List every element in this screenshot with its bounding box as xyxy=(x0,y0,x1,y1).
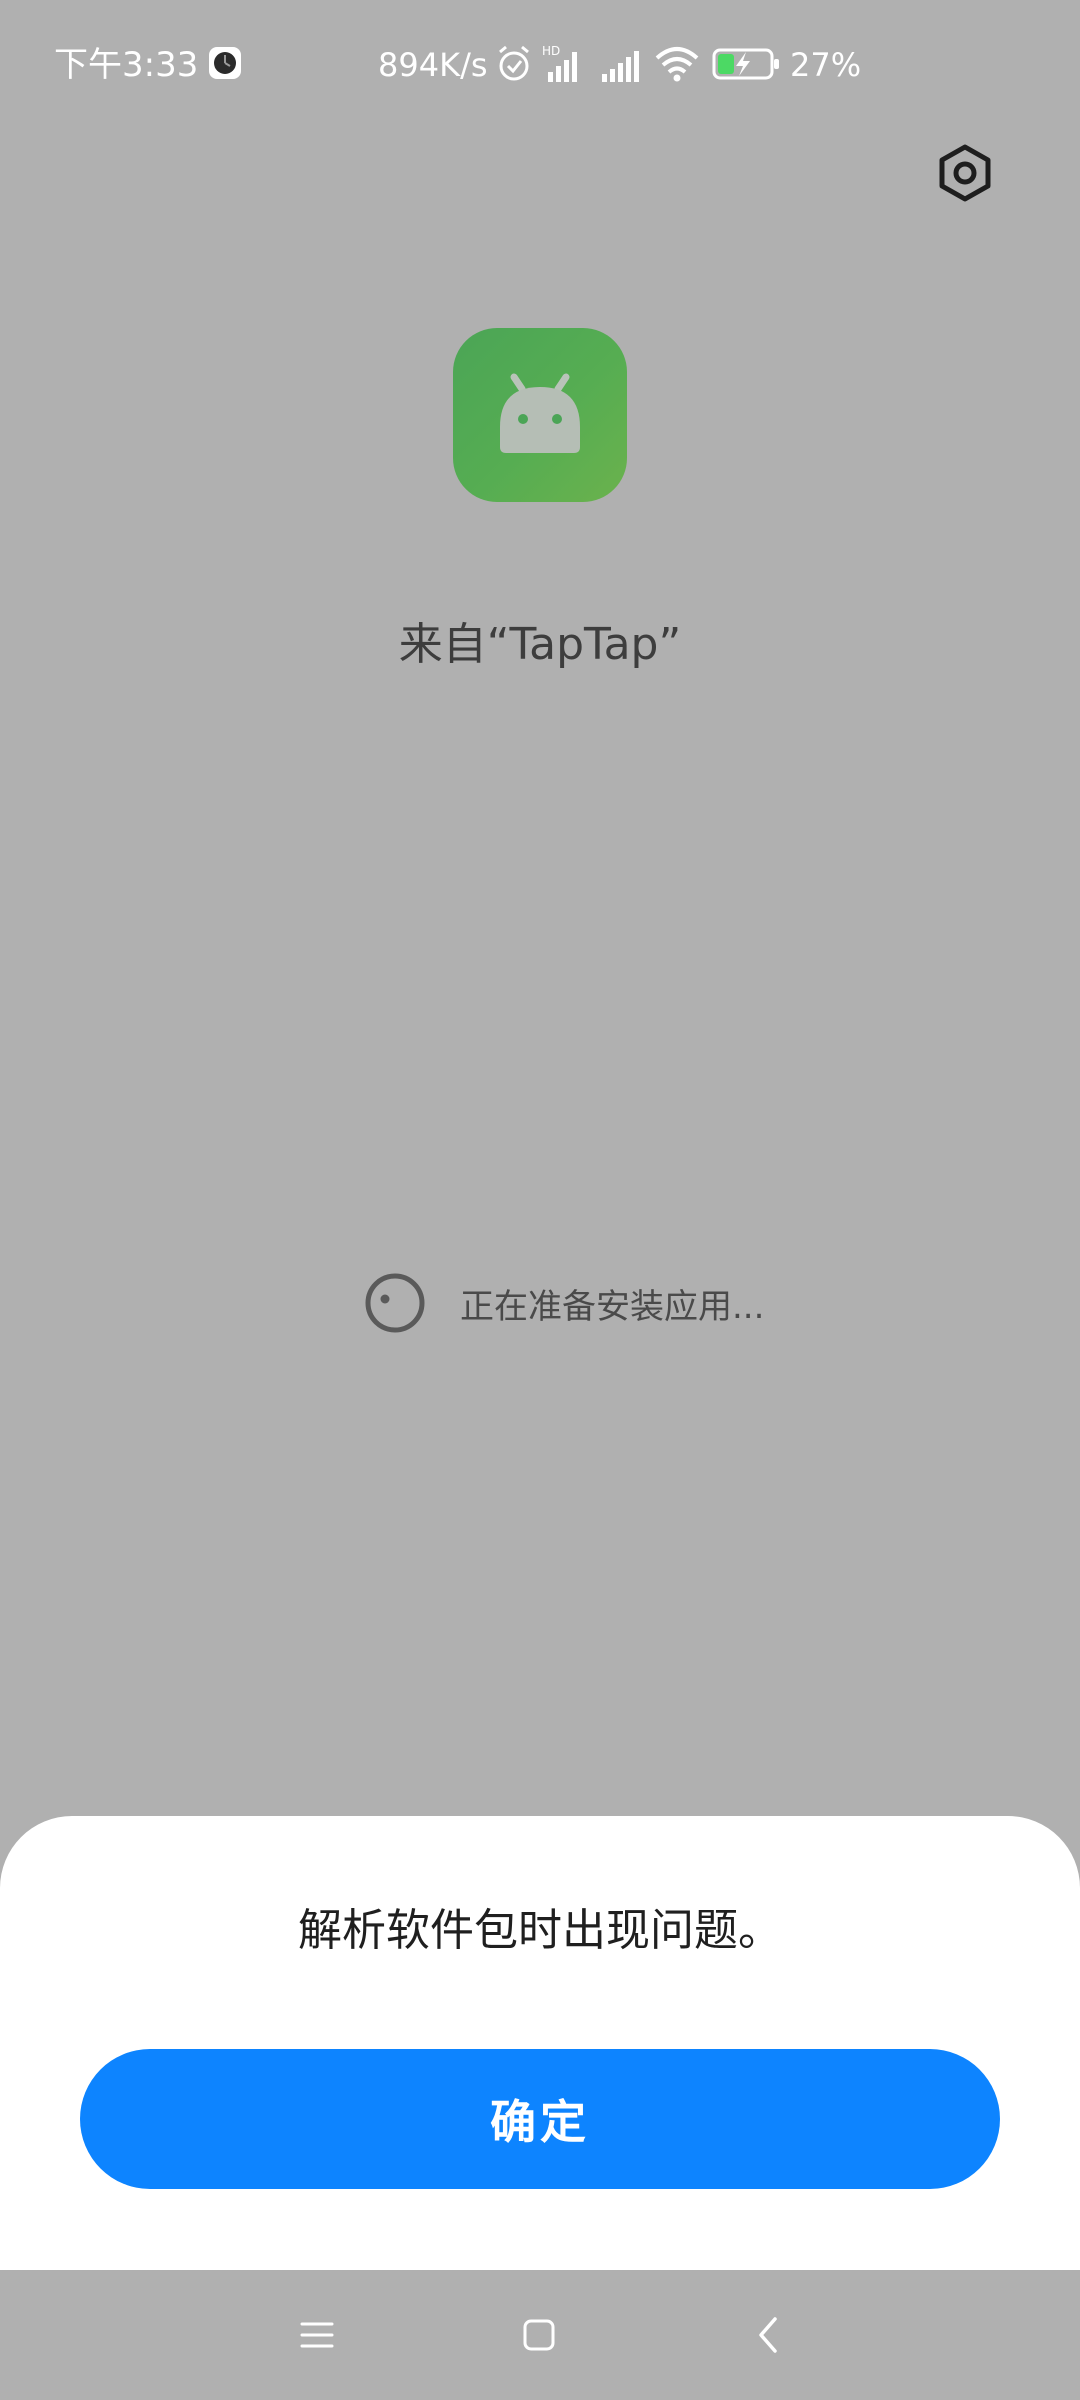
loading-spinner-icon xyxy=(365,1273,425,1333)
battery-percent: 27% xyxy=(790,46,862,84)
menu-button[interactable] xyxy=(287,2305,347,2365)
home-button[interactable] xyxy=(509,2305,569,2365)
navigation-bar xyxy=(0,2270,1080,2400)
settings-hexagon-icon xyxy=(937,143,993,207)
progress-text: 正在准备安装应用... xyxy=(460,1286,765,1327)
hd-signal-icon: HD xyxy=(542,44,586,84)
home-icon xyxy=(523,2319,555,2351)
signal-icon xyxy=(598,44,642,84)
confirm-button[interactable]: 确定 xyxy=(80,2049,1000,2189)
wifi-icon xyxy=(654,44,700,84)
settings-button[interactable] xyxy=(930,140,1000,210)
back-button[interactable] xyxy=(738,2305,798,2365)
app-icon xyxy=(453,328,627,502)
svg-text:HD: HD xyxy=(542,44,560,58)
status-bar: 下午3:33 894K/s HD 27% xyxy=(0,0,1080,130)
install-progress: 正在准备安装应用... xyxy=(364,1268,764,1338)
app-source-label: 来自“TapTap” xyxy=(398,619,682,670)
error-dialog: 解析软件包时出现问题。 确定 xyxy=(0,1816,1080,2270)
status-time: 下午3:33 xyxy=(54,45,199,85)
battery-charging-icon xyxy=(712,44,782,84)
menu-icon xyxy=(300,2322,334,2348)
network-speed: 894K/s xyxy=(378,46,488,84)
dialog-message: 解析软件包时出现问题。 xyxy=(298,1905,782,1956)
android-icon xyxy=(500,373,580,453)
back-icon xyxy=(759,2317,777,2353)
alarm-icon xyxy=(496,44,532,84)
app-notification-icon xyxy=(208,46,242,80)
